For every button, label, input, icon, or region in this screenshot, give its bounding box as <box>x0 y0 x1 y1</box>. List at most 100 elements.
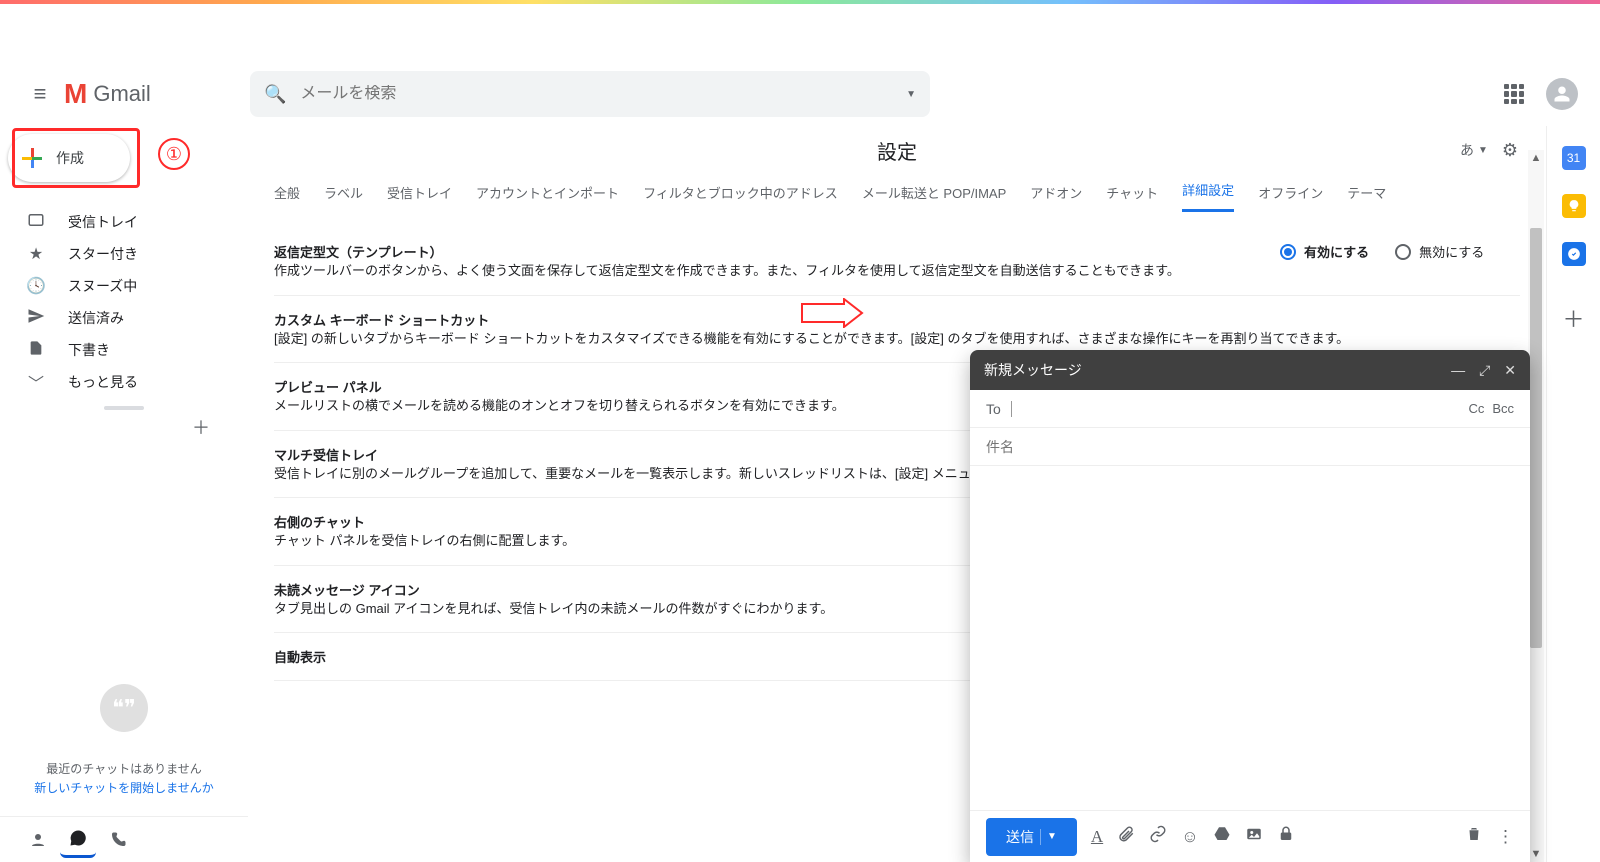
radio-disable[interactable]: 無効にする <box>1395 242 1484 261</box>
draft-icon <box>26 339 46 362</box>
more-options-icon[interactable]: ⋮ <box>1497 827 1514 847</box>
hangouts-phone-tab[interactable] <box>100 822 136 858</box>
tab-チャット[interactable]: チャット <box>1106 183 1158 212</box>
sidebar-item-label: もっと見る <box>68 372 138 392</box>
scroll-up-icon[interactable]: ▲ <box>1528 152 1544 164</box>
compose-window: 新規メッセージ — ⤢ ✕ To Cc Bcc 送信 ▼ A ☺ <box>970 350 1530 862</box>
settings-tabs: 全般ラベル受信トレイアカウントとインポートフィルタとブロック中のアドレスメール転… <box>256 174 1538 212</box>
sidebar-item-label: スヌーズ中 <box>68 276 137 296</box>
hangouts-icon: ❝❞ <box>100 684 148 732</box>
gmail-m-icon: M <box>64 78 85 110</box>
compose-subject-row[interactable] <box>970 428 1530 466</box>
chevron-down-icon: ▼ <box>1478 145 1488 156</box>
input-method-selector[interactable]: あ ▼ <box>1460 140 1488 160</box>
browser-chrome-placeholder <box>0 0 1600 62</box>
hangouts-empty-text: 最近のチャットはありません <box>0 760 248 779</box>
compose-body[interactable] <box>970 466 1530 810</box>
compose-button[interactable]: 作成 <box>8 134 130 182</box>
gmail-header: ≡ M Gmail 🔍 ▼ <box>0 62 1600 126</box>
google-apps-icon[interactable] <box>1504 84 1524 104</box>
bcc-link[interactable]: Bcc <box>1492 401 1514 416</box>
sidebar-item-starred[interactable]: ★ スター付き <box>0 238 248 270</box>
sidebar-item-drafts[interactable]: 下書き <box>0 334 248 366</box>
search-input[interactable] <box>300 85 906 103</box>
close-icon[interactable]: ✕ <box>1504 362 1516 379</box>
hangouts-chat-tab[interactable] <box>60 822 96 858</box>
sidebar: 作成 ① 受信トレイ ★ スター付き 🕓 スヌーズ中 <box>0 126 248 862</box>
sidebar-item-label: 下書き <box>68 340 110 360</box>
side-panel: 31 ＋ <box>1546 126 1600 862</box>
compose-title: 新規メッセージ <box>984 360 1437 380</box>
scroll-thumb[interactable] <box>1530 228 1542 648</box>
compose-header[interactable]: 新規メッセージ — ⤢ ✕ <box>970 350 1530 390</box>
tab-テーマ[interactable]: テーマ <box>1347 183 1386 212</box>
star-icon: ★ <box>26 244 46 264</box>
attach-icon[interactable] <box>1117 825 1135 848</box>
setting-desc: 作成ツールバーのボタンから、よく使う文面を保存して返信定型文を作成できます。また… <box>274 261 1260 281</box>
settings-title: 設定 <box>256 136 1538 165</box>
emoji-icon[interactable]: ☺ <box>1181 827 1198 847</box>
hangouts-contacts-tab[interactable] <box>20 822 56 858</box>
compose-to-row[interactable]: To Cc Bcc <box>970 390 1530 428</box>
search-bar[interactable]: 🔍 ▼ <box>250 71 930 117</box>
sidebar-item-label: 受信トレイ <box>68 212 138 232</box>
gear-icon[interactable]: ⚙ <box>1502 140 1518 161</box>
plus-icon <box>22 148 42 168</box>
compose-label: 作成 <box>56 148 84 168</box>
to-input[interactable] <box>1011 401 1469 417</box>
tab-メール転送と POP/IMAP[interactable]: メール転送と POP/IMAP <box>862 183 1006 212</box>
drive-icon[interactable] <box>1213 825 1231 848</box>
sidebar-item-more[interactable]: ﹀ もっと見る <box>0 366 248 398</box>
scroll-down-icon[interactable]: ▼ <box>1528 848 1544 860</box>
formatting-icon[interactable]: A <box>1091 827 1103 847</box>
subject-input[interactable] <box>986 439 1514 455</box>
confidential-icon[interactable] <box>1277 825 1295 848</box>
search-options-dropdown-icon[interactable]: ▼ <box>906 89 916 100</box>
hangouts-start-link[interactable]: 新しいチャットを開始しませんか <box>0 779 248 798</box>
main-menu-icon[interactable]: ≡ <box>16 70 64 118</box>
sidebar-item-snoozed[interactable]: 🕓 スヌーズ中 <box>0 270 248 302</box>
add-label-button[interactable]: ＋ <box>0 414 248 440</box>
keep-addon-icon[interactable] <box>1562 194 1586 218</box>
sidebar-footer <box>0 816 248 862</box>
gmail-logo-text: Gmail <box>93 81 150 107</box>
inbox-icon <box>26 211 46 234</box>
radio-enable[interactable]: 有効にする <box>1280 242 1369 261</box>
calendar-addon-icon[interactable]: 31 <box>1562 146 1586 170</box>
tab-ラベル[interactable]: ラベル <box>324 183 363 212</box>
annotation-number: ① <box>158 138 190 170</box>
cc-link[interactable]: Cc <box>1468 401 1484 416</box>
annotation-arrow <box>800 298 864 328</box>
gmail-logo[interactable]: M Gmail <box>64 78 151 110</box>
tab-アドオン[interactable]: アドオン <box>1030 183 1082 212</box>
sidebar-item-inbox[interactable]: 受信トレイ <box>0 206 248 238</box>
tab-受信トレイ[interactable]: 受信トレイ <box>387 183 452 212</box>
send-options-caret-icon[interactable]: ▼ <box>1047 831 1057 842</box>
sidebar-item-sent[interactable]: 送信済み <box>0 302 248 334</box>
sidebar-item-label: 送信済み <box>68 308 124 328</box>
tab-アカウントとインポート[interactable]: アカウントとインポート <box>476 183 619 212</box>
tab-詳細設定[interactable]: 詳細設定 <box>1182 180 1234 212</box>
sidebar-resize-handle[interactable] <box>104 406 144 410</box>
discard-icon[interactable] <box>1465 825 1483 848</box>
tab-オフライン[interactable]: オフライン <box>1258 183 1323 212</box>
content-scrollbar[interactable]: ▲ ▼ <box>1528 150 1544 862</box>
minimize-icon[interactable]: — <box>1451 362 1465 378</box>
photo-icon[interactable] <box>1245 825 1263 848</box>
compose-toolbar: 送信 ▼ A ☺ ⋮ <box>970 810 1530 862</box>
fullscreen-icon[interactable]: ⤢ <box>1479 362 1490 379</box>
sidebar-item-label: スター付き <box>68 244 138 264</box>
link-icon[interactable] <box>1149 825 1167 848</box>
setting-title: カスタム キーボード ショートカット <box>274 310 1520 329</box>
get-addons-icon[interactable]: ＋ <box>1562 302 1584 334</box>
sent-icon <box>26 307 46 330</box>
tasks-addon-icon[interactable] <box>1562 242 1586 266</box>
send-button[interactable]: 送信 ▼ <box>986 818 1077 856</box>
setting-row: 返信定型文（テンプレート）作成ツールバーのボタンから、よく使う文面を保存して返信… <box>274 228 1520 296</box>
search-icon[interactable]: 🔍 <box>264 84 286 105</box>
tab-フィルタとブロック中のアドレス[interactable]: フィルタとブロック中のアドレス <box>643 183 838 212</box>
setting-title: 返信定型文（テンプレート） <box>274 242 1260 261</box>
tab-全般[interactable]: 全般 <box>274 183 300 212</box>
chevron-down-icon: ﹀ <box>26 370 46 394</box>
account-avatar[interactable] <box>1546 78 1578 110</box>
